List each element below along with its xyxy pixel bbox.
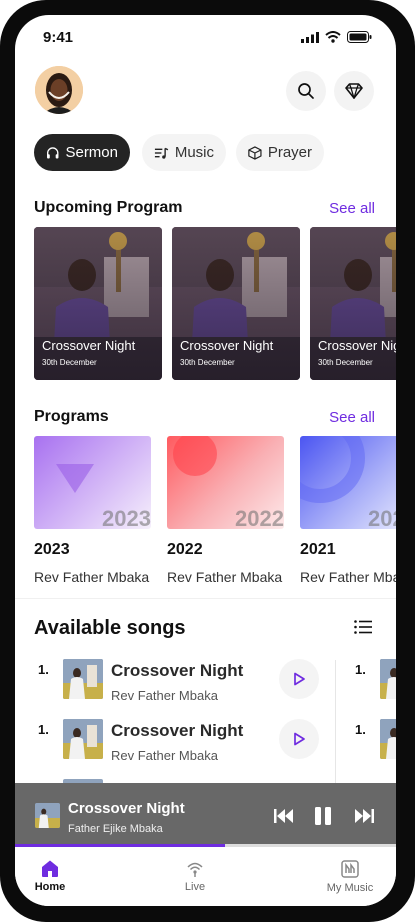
tab-my-music-label: My Music bbox=[326, 881, 374, 894]
previous-icon[interactable] bbox=[274, 809, 294, 823]
song-number: 1. bbox=[38, 722, 49, 737]
song-title: Crossover Night bbox=[111, 661, 244, 680]
premium-button[interactable] bbox=[334, 71, 374, 111]
program-year: 2023 bbox=[34, 541, 70, 558]
song-artist: Rev Father Mbaka bbox=[111, 688, 218, 703]
upcoming-title: Upcoming Program bbox=[34, 199, 183, 216]
music-list-icon bbox=[154, 147, 169, 159]
program-year: 2022 bbox=[167, 541, 203, 558]
live-icon bbox=[187, 862, 203, 877]
status-bar: 9:41 bbox=[15, 15, 396, 59]
signal-icon bbox=[301, 31, 319, 43]
pause-icon[interactable] bbox=[314, 807, 332, 825]
play-button[interactable] bbox=[279, 719, 319, 759]
program-card-year-overlay: 2021 bbox=[368, 506, 396, 529]
search-button[interactable] bbox=[286, 71, 326, 111]
song-thumbnail bbox=[380, 719, 396, 759]
song-artist: Rev Father Mbaka bbox=[111, 748, 218, 763]
tab-home[interactable]: Home bbox=[15, 847, 85, 906]
program-card[interactable]: 2023 bbox=[34, 436, 151, 529]
program-card[interactable]: 2021 bbox=[300, 436, 396, 529]
tab-home-label: Home bbox=[34, 881, 66, 893]
wifi-icon bbox=[325, 31, 341, 43]
program-author: Rev Father Mbaka bbox=[300, 569, 396, 585]
battery-icon bbox=[347, 31, 372, 43]
home-icon bbox=[42, 860, 58, 877]
song-number: 1. bbox=[38, 662, 49, 677]
upcoming-card-date: 30th December bbox=[42, 358, 97, 367]
status-icons bbox=[301, 31, 372, 43]
diamond-icon bbox=[345, 83, 363, 99]
now-playing-artist: Father Ejike Mbaka bbox=[68, 823, 163, 835]
song-thumbnail bbox=[63, 659, 103, 699]
chip-prayer-label: Prayer bbox=[267, 144, 312, 161]
upcoming-card[interactable]: Crossover Night 30th December bbox=[34, 227, 162, 380]
tab-my-music[interactable]: My Music bbox=[315, 847, 385, 906]
song-thumbnail bbox=[380, 659, 396, 699]
song-artwork bbox=[380, 659, 396, 699]
song-number: 1. bbox=[355, 662, 366, 677]
upcoming-card-title: Crossover Night bbox=[318, 338, 396, 353]
headphones-icon bbox=[47, 146, 59, 158]
program-author: Rev Father Mbaka bbox=[34, 569, 150, 585]
upcoming-card-title: Crossover Night bbox=[180, 338, 274, 353]
bottom-tab-bar: Home Live My Music bbox=[15, 847, 396, 906]
avatar[interactable] bbox=[35, 66, 83, 114]
section-divider bbox=[15, 598, 396, 599]
chip-music[interactable]: Music bbox=[142, 134, 226, 171]
now-playing-title: Crossover Night bbox=[68, 800, 185, 817]
side-button-power bbox=[410, 178, 415, 238]
chip-sermon-label: Sermon bbox=[65, 144, 118, 161]
song-artwork bbox=[63, 659, 103, 699]
chip-music-label: Music bbox=[174, 144, 214, 161]
tab-live-label: Live bbox=[184, 880, 206, 893]
next-icon[interactable] bbox=[354, 809, 374, 823]
program-year: 2021 bbox=[300, 541, 336, 558]
song-artwork bbox=[35, 803, 60, 828]
program-card[interactable]: 2022 bbox=[167, 436, 284, 529]
song-artwork bbox=[63, 719, 103, 759]
song-thumbnail bbox=[63, 719, 103, 759]
tab-live[interactable]: Live bbox=[165, 847, 225, 906]
programs-see-all-link[interactable]: See all bbox=[329, 409, 375, 426]
program-author: Rev Father Mbaka bbox=[167, 569, 283, 585]
song-artwork bbox=[380, 719, 396, 759]
song-list-item[interactable]: 1. Crossover Night Rev Father Mbaka bbox=[15, 715, 330, 773]
upcoming-card-date: 30th December bbox=[180, 358, 235, 367]
program-card-year-overlay: 2023 bbox=[102, 506, 151, 529]
chip-prayer[interactable]: Prayer bbox=[236, 134, 324, 171]
program-card-year-overlay: 2022 bbox=[235, 506, 284, 529]
songs-title: Available songs bbox=[34, 617, 186, 639]
box-icon bbox=[248, 145, 262, 160]
library-icon bbox=[341, 859, 359, 878]
profile-photo bbox=[35, 66, 83, 114]
upcoming-card[interactable]: Crossover Night 30th December bbox=[172, 227, 300, 380]
play-icon bbox=[294, 672, 305, 686]
play-button[interactable] bbox=[279, 659, 319, 699]
search-icon bbox=[298, 83, 314, 99]
side-button-volume bbox=[410, 248, 415, 274]
now-playing-thumbnail bbox=[35, 803, 60, 828]
upcoming-card-date: 30th December bbox=[318, 358, 373, 367]
song-title: Crossover Night bbox=[111, 721, 244, 740]
upcoming-card-title: Crossover Night bbox=[42, 338, 136, 353]
upcoming-card[interactable]: Crossover Night 30th December bbox=[310, 227, 396, 380]
song-list-item[interactable]: 1. Crossover Night Rev Father Mbaka bbox=[15, 655, 330, 713]
list-view-icon[interactable] bbox=[354, 620, 372, 634]
chip-sermon[interactable]: Sermon bbox=[34, 134, 130, 171]
status-time: 9:41 bbox=[43, 29, 74, 46]
now-playing-bar[interactable]: Crossover Night Father Ejike Mbaka bbox=[15, 783, 396, 847]
programs-title: Programs bbox=[34, 408, 109, 425]
song-column-divider bbox=[335, 660, 336, 784]
upcoming-see-all-link[interactable]: See all bbox=[329, 200, 375, 217]
app-screen: 9:41 Sermon Music Prayer Upcoming Progra… bbox=[15, 15, 396, 906]
song-number: 1. bbox=[355, 722, 366, 737]
play-icon bbox=[294, 732, 305, 746]
